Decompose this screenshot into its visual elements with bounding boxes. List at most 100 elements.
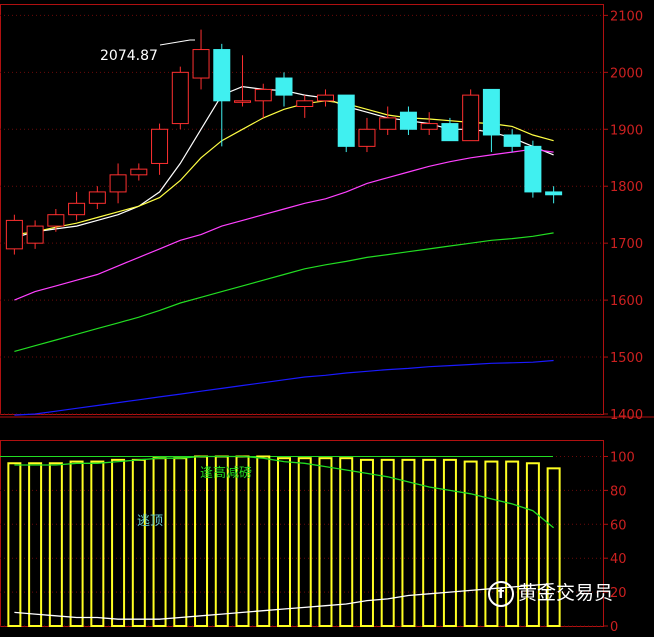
candle-body-10 xyxy=(213,49,231,102)
candle-body-23 xyxy=(482,88,500,136)
peak-annotation-leader xyxy=(159,39,195,46)
sub-ytick-label-100: 100 xyxy=(610,450,635,465)
sub-bar-2 xyxy=(48,462,63,627)
sub-ytick-label-80: 80 xyxy=(610,484,627,499)
candle-body-17 xyxy=(358,128,376,147)
candle-body-7 xyxy=(151,128,169,164)
candle-11 xyxy=(234,55,252,107)
candle-body-0 xyxy=(5,219,23,250)
candle-body-25 xyxy=(524,145,542,193)
sub-bar-12 xyxy=(256,455,271,627)
sub-bar-18 xyxy=(380,458,395,627)
candle-9 xyxy=(192,29,210,90)
candle-14 xyxy=(296,95,314,118)
candle-body-16 xyxy=(337,94,355,147)
ytick-label-2100: 2100 xyxy=(610,9,643,24)
sub-bar-7 xyxy=(152,457,167,627)
candle-25 xyxy=(524,140,542,198)
ma-line-3 xyxy=(14,232,554,352)
candle-1 xyxy=(26,220,44,249)
candle-body-4 xyxy=(88,191,106,204)
sub-bar-16 xyxy=(339,457,354,627)
sub-bar-8 xyxy=(173,457,188,627)
candle-body-15 xyxy=(316,94,334,102)
candle-20 xyxy=(420,112,438,135)
watermark-text: 黄金交易员 xyxy=(518,582,614,604)
sub-line-1 xyxy=(14,582,554,620)
sub-bar-19 xyxy=(401,458,416,627)
candle-18 xyxy=(379,106,397,135)
sub-ytick-label-40: 40 xyxy=(610,552,627,567)
candle-23 xyxy=(482,88,500,153)
candle-17 xyxy=(358,117,376,153)
candle-7 xyxy=(151,123,169,175)
sub-bar-21 xyxy=(442,458,457,627)
sub-bar-13 xyxy=(277,457,291,627)
candle-15 xyxy=(316,89,334,107)
candle-body-22 xyxy=(462,94,480,142)
candle-26 xyxy=(545,186,563,204)
sub-bar-3 xyxy=(69,460,84,627)
ma-line-2 xyxy=(14,148,554,301)
candle-4 xyxy=(88,186,106,209)
candle-5 xyxy=(109,163,127,204)
sub-bar-15 xyxy=(318,457,333,627)
ytick-label-1600: 1600 xyxy=(610,294,643,309)
candle-10 xyxy=(213,43,231,147)
candle-16 xyxy=(337,94,355,153)
candle-13 xyxy=(275,72,293,107)
candle-body-3 xyxy=(68,202,86,216)
candle-body-20 xyxy=(420,123,438,130)
sub-bar-14 xyxy=(297,457,312,627)
sub-bar-4 xyxy=(90,460,105,627)
candle-19 xyxy=(399,106,417,135)
sub-bar-5 xyxy=(111,458,126,627)
candle-body-5 xyxy=(109,174,127,193)
sub-bar-0 xyxy=(7,462,22,627)
chart-svg: 14001500160017001800190020002100 0204060… xyxy=(0,4,654,635)
ma-line-4 xyxy=(14,359,554,416)
candle-body-13 xyxy=(275,77,293,96)
sub-line-0 xyxy=(14,455,555,529)
main-panel-border xyxy=(0,4,604,415)
sub-ytick-label-60: 60 xyxy=(610,518,627,533)
ytick-label-1500: 1500 xyxy=(610,351,643,366)
sub-bar-9 xyxy=(194,455,209,627)
candle-8 xyxy=(171,66,189,130)
candle-body-11 xyxy=(234,100,252,103)
candle-body-6 xyxy=(130,168,148,176)
sub-bar-11 xyxy=(235,455,250,627)
candle-body-8 xyxy=(171,71,189,125)
ytick-label-1700: 1700 xyxy=(610,237,643,252)
ytick-label-1400: 1400 xyxy=(610,408,643,423)
sub-bar-20 xyxy=(422,458,437,627)
watermark: f 黄金交易员 xyxy=(488,578,613,607)
candle-body-19 xyxy=(399,111,417,130)
chart-root: 1400 1500 1600 1700 1800 1900 2000 2100 0 20 40 60… xyxy=(0,0,654,635)
candle-body-12 xyxy=(254,88,272,102)
sub-annotation-2: 逃顶 xyxy=(137,514,163,529)
candle-24 xyxy=(503,129,521,153)
sub-bar-1 xyxy=(28,462,43,627)
watermark-logo-icon: f xyxy=(488,580,514,607)
ytick-label-1900: 1900 xyxy=(610,123,643,138)
ytick-label-1800: 1800 xyxy=(610,180,643,195)
candle-3 xyxy=(68,191,86,221)
peak-annotation: 2074.87 xyxy=(100,48,158,64)
ytick-label-2000: 2000 xyxy=(610,66,643,81)
candle-body-1 xyxy=(26,225,44,244)
candle-body-21 xyxy=(441,123,459,142)
candle-22 xyxy=(462,89,480,142)
sub-annotation-1: 逢高减磅 xyxy=(200,465,252,481)
candle-body-26 xyxy=(545,191,563,196)
candle-0 xyxy=(5,214,23,255)
candle-body-14 xyxy=(296,100,314,108)
candle-body-24 xyxy=(503,134,521,147)
sub-ytick-label-0: 0 xyxy=(610,620,618,633)
candle-body-18 xyxy=(379,117,397,130)
candle-6 xyxy=(130,163,148,181)
sub-bar-10 xyxy=(214,455,229,627)
sub-bar-22 xyxy=(463,460,478,627)
candle-body-9 xyxy=(192,49,210,79)
candle-body-2 xyxy=(47,214,65,227)
